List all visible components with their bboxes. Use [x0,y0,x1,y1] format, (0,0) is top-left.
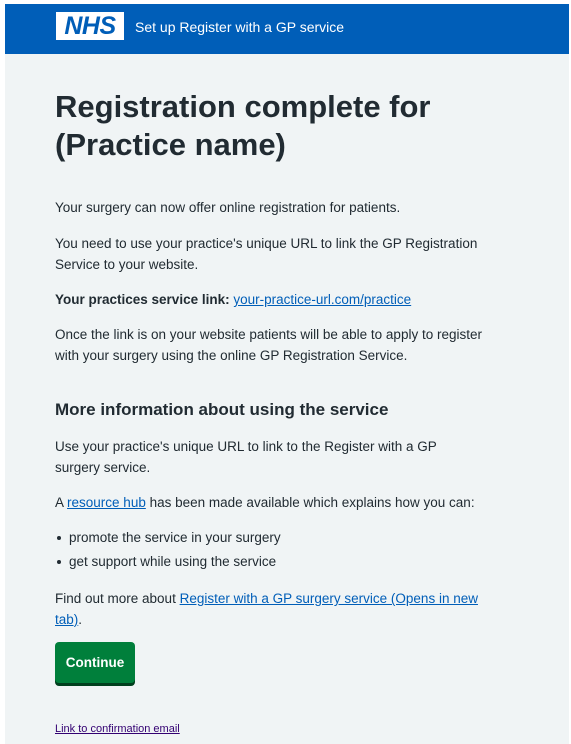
more-info-heading: More information about using the service [55,400,389,419]
intro-text: Your surgery can now offer online regist… [55,200,401,215]
more-info-text: Use your practice's unique URL to link t… [55,439,437,475]
continue-button[interactable]: Continue [55,642,135,683]
resource-hub-link[interactable]: resource hub [67,495,146,510]
service-link-label: Your practices service link: [55,292,230,307]
header: NHS Set up Register with a GP service [5,4,569,54]
capabilities-list: promote the service in your surgery get … [55,527,505,572]
list-item: get support while using the service [55,551,505,572]
service-link-row: Your practices service link: your-practi… [55,289,505,310]
resource-hub-text: A resource hub has been made available w… [55,492,505,513]
find-out-suffix: . [78,612,83,627]
page-frame: NHS Set up Register with a GP service Re… [5,4,569,744]
service-link[interactable]: your-practice-url.com/practice [233,292,411,307]
confirmation-email-link[interactable]: Link to confirmation email [55,721,180,737]
find-out-prefix: Find out more about [55,591,176,606]
page-title: Registration complete for (Practice name… [55,89,431,162]
service-name[interactable]: Set up Register with a GP service [135,17,344,37]
hub-suffix: has been made available which explains h… [149,495,475,510]
list-item: promote the service in your surgery [55,527,505,548]
url-info-text: You need to use your practice's unique U… [55,236,478,272]
patients-info-text: Once the link is on your website patient… [55,327,482,363]
find-out-more-text: Find out more about Register with a GP s… [55,588,495,630]
nhs-logo[interactable]: NHS [56,12,124,40]
hub-prefix: A [55,495,64,510]
